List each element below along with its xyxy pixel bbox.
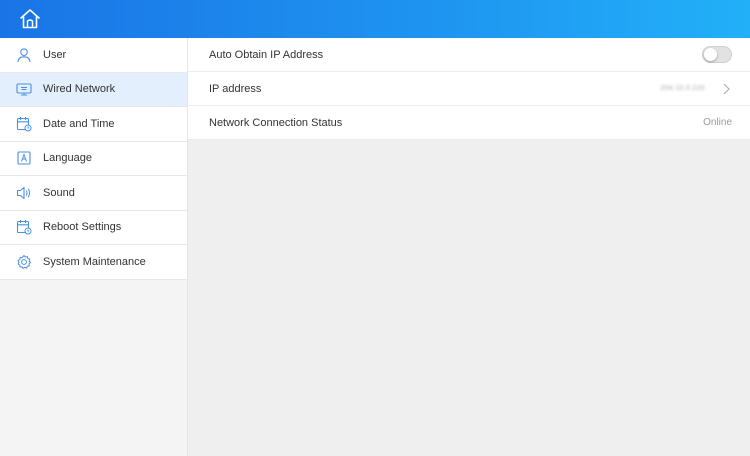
ip-address-row[interactable]: IP address 204.10.0.220 (188, 72, 750, 106)
speaker-icon (16, 186, 31, 199)
home-icon (20, 9, 40, 29)
sidebar-item-label: Sound (43, 186, 75, 199)
sidebar-item-label: System Maintenance (43, 255, 146, 268)
auto-obtain-ip-label: Auto Obtain IP Address (209, 48, 324, 61)
ip-address-label: IP address (209, 82, 262, 95)
calendar-clock-icon (16, 116, 32, 132)
sidebar-item-sound[interactable]: Sound (0, 176, 187, 211)
settings-panel: Auto Obtain IP Address IP address 204.10… (188, 38, 750, 456)
network-connection-status-value: Online (703, 117, 732, 128)
network-connection-status-label: Network Connection Status (209, 116, 343, 129)
calendar-clock-icon (16, 220, 32, 235)
user-icon (17, 48, 31, 62)
sidebar-item-user[interactable]: User (0, 38, 187, 73)
sidebar-item-label: Reboot Settings (43, 221, 122, 234)
chevron-right-icon (723, 83, 730, 95)
toggle-knob (704, 48, 717, 61)
sidebar-item-reboot-settings[interactable]: Reboot Settings (0, 210, 187, 245)
top-bar (0, 0, 750, 38)
ip-address-value: 204.10.0.220 (660, 85, 705, 92)
network-icon (16, 83, 32, 96)
auto-obtain-ip-row: Auto Obtain IP Address (188, 38, 750, 72)
home-button[interactable] (18, 8, 42, 30)
sidebar-item-date-and-time[interactable]: Date and Time (0, 107, 187, 142)
sidebar: User Wired Network Date and Time Languag… (0, 38, 188, 456)
auto-obtain-ip-toggle[interactable] (702, 46, 732, 63)
language-icon (17, 151, 31, 165)
sidebar-item-label: Date and Time (43, 117, 115, 130)
gear-icon (17, 254, 31, 269)
sidebar-item-label: Wired Network (43, 83, 116, 96)
sidebar-item-system-maintenance[interactable]: System Maintenance (0, 245, 187, 280)
network-connection-status-row: Network Connection Status Online (188, 106, 750, 140)
sidebar-item-label: User (43, 48, 67, 61)
sidebar-item-label: Language (43, 152, 92, 165)
sidebar-item-wired-network[interactable]: Wired Network (0, 72, 187, 107)
sidebar-item-language[interactable]: Language (0, 141, 187, 176)
